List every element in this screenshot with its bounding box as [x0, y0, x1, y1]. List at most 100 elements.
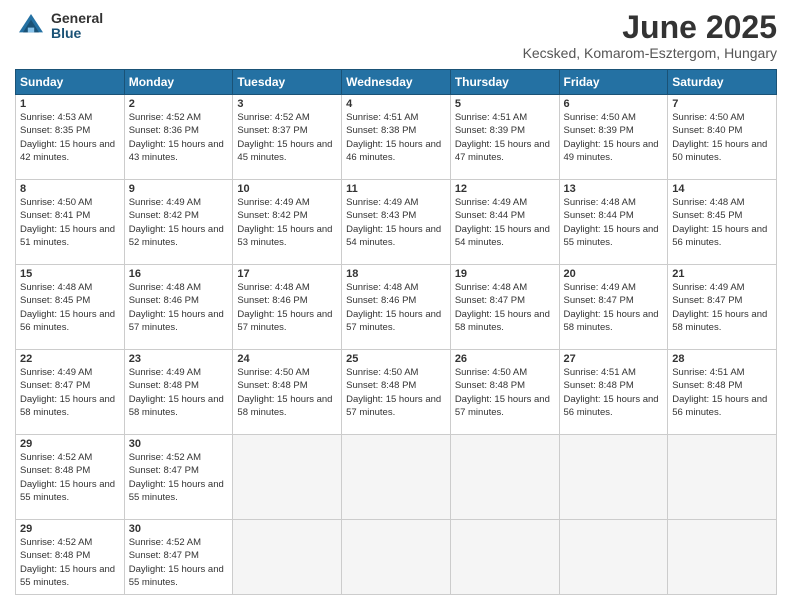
- day-info: Sunrise: 4:48 AM Sunset: 8:47 PM Dayligh…: [455, 281, 555, 334]
- table-row: [450, 435, 559, 520]
- day-number: 16: [129, 268, 229, 280]
- day-info: Sunrise: 4:49 AM Sunset: 8:47 PM Dayligh…: [672, 281, 772, 334]
- sunset-text: Sunset: 8:46 PM: [346, 295, 416, 306]
- day-number: 8: [20, 183, 120, 195]
- day-info: Sunrise: 4:51 AM Sunset: 8:38 PM Dayligh…: [346, 111, 446, 164]
- sunrise-text: Sunrise: 4:51 AM: [564, 367, 636, 378]
- sunrise-text: Sunrise: 4:50 AM: [346, 367, 418, 378]
- day-info: Sunrise: 4:49 AM Sunset: 8:42 PM Dayligh…: [129, 196, 229, 249]
- daylight-text: Daylight: 15 hours and 57 minutes.: [455, 394, 550, 418]
- day-number: 22: [20, 353, 120, 365]
- day-info: Sunrise: 4:48 AM Sunset: 8:46 PM Dayligh…: [346, 281, 446, 334]
- th-thursday: Thursday: [450, 70, 559, 95]
- daylight-text: Daylight: 15 hours and 57 minutes.: [346, 394, 441, 418]
- month-title: June 2025: [523, 10, 777, 45]
- day-number: 29: [20, 523, 120, 535]
- table-row: 18 Sunrise: 4:48 AM Sunset: 8:46 PM Dayl…: [342, 265, 451, 350]
- sunrise-text: Sunrise: 4:52 AM: [129, 537, 201, 548]
- sunrise-text: Sunrise: 4:48 AM: [20, 282, 92, 293]
- table-row: 27 Sunrise: 4:51 AM Sunset: 8:48 PM Dayl…: [559, 350, 668, 435]
- sunrise-text: Sunrise: 4:48 AM: [237, 282, 309, 293]
- sunrise-text: Sunrise: 4:49 AM: [455, 197, 527, 208]
- title-section: June 2025 Kecsked, Komarom-Esztergom, Hu…: [523, 10, 777, 61]
- sunrise-text: Sunrise: 4:49 AM: [564, 282, 636, 293]
- daylight-text: Daylight: 15 hours and 43 minutes.: [129, 139, 224, 163]
- day-number: 24: [237, 353, 337, 365]
- sunrise-text: Sunrise: 4:48 AM: [672, 197, 744, 208]
- day-number: 15: [20, 268, 120, 280]
- daylight-text: Daylight: 15 hours and 58 minutes.: [129, 394, 224, 418]
- day-info: Sunrise: 4:48 AM Sunset: 8:46 PM Dayligh…: [237, 281, 337, 334]
- day-info: Sunrise: 4:48 AM Sunset: 8:46 PM Dayligh…: [129, 281, 229, 334]
- sunset-text: Sunset: 8:47 PM: [455, 295, 525, 306]
- day-info: Sunrise: 4:49 AM Sunset: 8:42 PM Dayligh…: [237, 196, 337, 249]
- daylight-text: Daylight: 15 hours and 53 minutes.: [237, 224, 332, 248]
- day-number: 3: [237, 98, 337, 110]
- day-number: 4: [346, 98, 446, 110]
- day-number: 28: [672, 353, 772, 365]
- daylight-text: Daylight: 15 hours and 46 minutes.: [346, 139, 441, 163]
- sunrise-text: Sunrise: 4:51 AM: [672, 367, 744, 378]
- table-row: 22 Sunrise: 4:49 AM Sunset: 8:47 PM Dayl…: [16, 350, 125, 435]
- table-row: [450, 520, 559, 595]
- daylight-text: Daylight: 15 hours and 57 minutes.: [346, 309, 441, 333]
- sunrise-text: Sunrise: 4:48 AM: [129, 282, 201, 293]
- daylight-text: Daylight: 15 hours and 56 minutes.: [564, 394, 659, 418]
- table-row: 16 Sunrise: 4:48 AM Sunset: 8:46 PM Dayl…: [124, 265, 233, 350]
- day-info: Sunrise: 4:50 AM Sunset: 8:41 PM Dayligh…: [20, 196, 120, 249]
- daylight-text: Daylight: 15 hours and 58 minutes.: [672, 309, 767, 333]
- daylight-text: Daylight: 15 hours and 50 minutes.: [672, 139, 767, 163]
- logo-general-text: General: [51, 11, 103, 26]
- location: Kecsked, Komarom-Esztergom, Hungary: [523, 45, 777, 61]
- table-row: [559, 435, 668, 520]
- header-row: Sunday Monday Tuesday Wednesday Thursday…: [16, 70, 777, 95]
- calendar-week-row: 22 Sunrise: 4:49 AM Sunset: 8:47 PM Dayl…: [16, 350, 777, 435]
- sunrise-text: Sunrise: 4:51 AM: [455, 112, 527, 123]
- sunset-text: Sunset: 8:44 PM: [564, 210, 634, 221]
- day-number: 11: [346, 183, 446, 195]
- day-number: 1: [20, 98, 120, 110]
- table-row: 9 Sunrise: 4:49 AM Sunset: 8:42 PM Dayli…: [124, 180, 233, 265]
- daylight-text: Daylight: 15 hours and 56 minutes.: [20, 309, 115, 333]
- sunrise-text: Sunrise: 4:49 AM: [129, 197, 201, 208]
- sunset-text: Sunset: 8:38 PM: [346, 125, 416, 136]
- day-info: Sunrise: 4:50 AM Sunset: 8:48 PM Dayligh…: [237, 366, 337, 419]
- daylight-text: Daylight: 15 hours and 45 minutes.: [237, 139, 332, 163]
- sunrise-text: Sunrise: 4:50 AM: [20, 197, 92, 208]
- daylight-text: Daylight: 15 hours and 54 minutes.: [455, 224, 550, 248]
- day-number: 30: [129, 523, 229, 535]
- table-row: 29 Sunrise: 4:52 AM Sunset: 8:48 PM Dayl…: [16, 435, 125, 520]
- calendar-week-row: 8 Sunrise: 4:50 AM Sunset: 8:41 PM Dayli…: [16, 180, 777, 265]
- sunrise-text: Sunrise: 4:49 AM: [129, 367, 201, 378]
- sunset-text: Sunset: 8:47 PM: [564, 295, 634, 306]
- day-number: 2: [129, 98, 229, 110]
- daylight-text: Daylight: 15 hours and 49 minutes.: [564, 139, 659, 163]
- sunrise-text: Sunrise: 4:49 AM: [672, 282, 744, 293]
- day-number: 25: [346, 353, 446, 365]
- sunrise-text: Sunrise: 4:50 AM: [564, 112, 636, 123]
- logo-icon: [15, 10, 47, 42]
- th-friday: Friday: [559, 70, 668, 95]
- daylight-text: Daylight: 15 hours and 56 minutes.: [672, 394, 767, 418]
- sunrise-text: Sunrise: 4:51 AM: [346, 112, 418, 123]
- sunset-text: Sunset: 8:48 PM: [129, 380, 199, 391]
- sunset-text: Sunset: 8:48 PM: [455, 380, 525, 391]
- calendar: Sunday Monday Tuesday Wednesday Thursday…: [15, 69, 777, 595]
- sunset-text: Sunset: 8:48 PM: [672, 380, 742, 391]
- calendar-week-row: 29 Sunrise: 4:52 AM Sunset: 8:48 PM Dayl…: [16, 435, 777, 520]
- sunset-text: Sunset: 8:43 PM: [346, 210, 416, 221]
- day-info: Sunrise: 4:52 AM Sunset: 8:48 PM Dayligh…: [20, 536, 120, 589]
- daylight-text: Daylight: 15 hours and 47 minutes.: [455, 139, 550, 163]
- logo-blue-text: Blue: [51, 26, 103, 41]
- day-info: Sunrise: 4:50 AM Sunset: 8:39 PM Dayligh…: [564, 111, 664, 164]
- day-info: Sunrise: 4:49 AM Sunset: 8:47 PM Dayligh…: [564, 281, 664, 334]
- day-info: Sunrise: 4:52 AM Sunset: 8:37 PM Dayligh…: [237, 111, 337, 164]
- sunset-text: Sunset: 8:47 PM: [20, 380, 90, 391]
- table-row: 3 Sunrise: 4:52 AM Sunset: 8:37 PM Dayli…: [233, 95, 342, 180]
- sunrise-text: Sunrise: 4:49 AM: [346, 197, 418, 208]
- table-row: [233, 520, 342, 595]
- day-info: Sunrise: 4:53 AM Sunset: 8:35 PM Dayligh…: [20, 111, 120, 164]
- table-row: 1 Sunrise: 4:53 AM Sunset: 8:35 PM Dayli…: [16, 95, 125, 180]
- th-monday: Monday: [124, 70, 233, 95]
- table-row: 2 Sunrise: 4:52 AM Sunset: 8:36 PM Dayli…: [124, 95, 233, 180]
